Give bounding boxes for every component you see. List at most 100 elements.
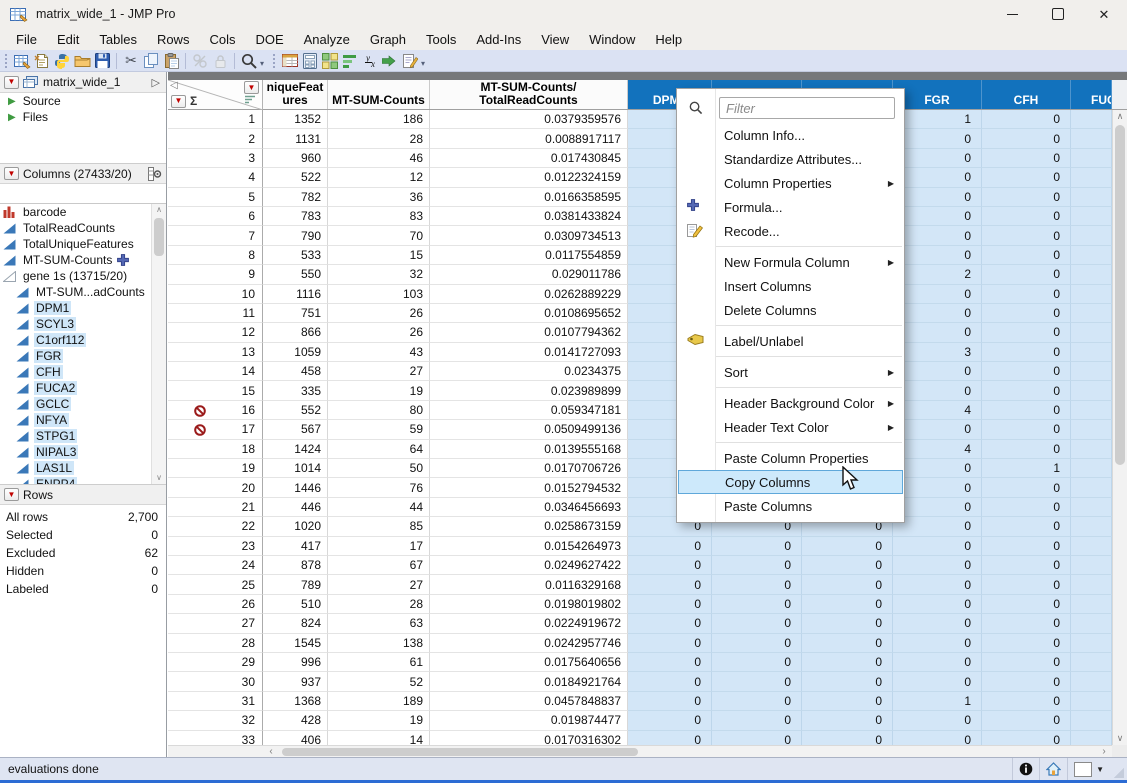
cell-fuca2[interactable] <box>1071 207 1112 226</box>
row-state-cell[interactable]: 20 <box>168 478 263 497</box>
menu-file[interactable]: File <box>6 29 47 50</box>
cell-cfh[interactable]: 0 <box>982 168 1071 187</box>
cell-fuca2[interactable] <box>1071 537 1112 556</box>
cell-uf[interactable]: 522 <box>263 168 328 187</box>
cell-ratio[interactable]: 0.0154264973 <box>430 537 628 556</box>
cell-uf[interactable]: 1116 <box>263 285 328 304</box>
resize-grip[interactable] <box>1114 768 1124 778</box>
scroll-down-icon[interactable]: ∨ <box>152 472 166 484</box>
row-state-cell[interactable]: 6 <box>168 207 263 226</box>
cell-cfh[interactable]: 0 <box>982 653 1071 672</box>
cell-ratio[interactable]: 0.029011786 <box>430 265 628 284</box>
cell-cfh[interactable]: 0 <box>982 362 1071 381</box>
cell-fgr[interactable]: 0 <box>893 634 982 653</box>
cell-fgr[interactable]: 4 <box>893 440 982 459</box>
cell-fuca2[interactable] <box>1071 246 1112 265</box>
cell-uf[interactable]: 567 <box>263 420 328 439</box>
cell-c1orf112[interactable]: 0 <box>802 595 893 614</box>
cell-cfh[interactable]: 0 <box>982 478 1071 497</box>
menu-item-header-background-color[interactable]: Header Background Color▶ <box>678 391 903 415</box>
cell-ratio[interactable]: 0.0198019802 <box>430 595 628 614</box>
cell-c1orf112[interactable]: 0 <box>802 731 893 746</box>
cell-c1orf112[interactable]: 0 <box>802 575 893 594</box>
cell-ratio[interactable]: 0.0108695652 <box>430 304 628 323</box>
menu-help[interactable]: Help <box>645 29 692 50</box>
menu-rows[interactable]: Rows <box>147 29 200 50</box>
cell-ratio[interactable]: 0.0116329168 <box>430 575 628 594</box>
row-state-color-button[interactable]: ▼ <box>1067 758 1110 780</box>
cell-fgr[interactable]: 0 <box>893 304 982 323</box>
cell-uf[interactable]: 552 <box>263 401 328 420</box>
cell-cfh[interactable]: 0 <box>982 575 1071 594</box>
cell-uf[interactable]: 1059 <box>263 343 328 362</box>
cell-mt[interactable]: 27 <box>328 575 430 594</box>
cell-uf[interactable]: 1446 <box>263 478 328 497</box>
cell-fuca2[interactable] <box>1071 478 1112 497</box>
toolbar-copy-button[interactable] <box>141 51 161 70</box>
cell-fgr[interactable]: 0 <box>893 595 982 614</box>
cell-uf[interactable]: 789 <box>263 575 328 594</box>
cell-uf[interactable]: 1352 <box>263 110 328 129</box>
disclosure-triangle-icon[interactable]: ▶ <box>8 96 16 107</box>
cell-cfh[interactable]: 0 <box>982 381 1071 400</box>
cell-ratio[interactable]: 0.0141727093 <box>430 343 628 362</box>
cell-cfh[interactable]: 0 <box>982 537 1071 556</box>
columns-panel-red-triangle-icon[interactable]: ▼ <box>4 167 19 180</box>
cell-uf[interactable]: 550 <box>263 265 328 284</box>
menu-edit[interactable]: Edit <box>47 29 89 50</box>
cell-ratio[interactable]: 0.0262889229 <box>430 285 628 304</box>
horizontal-scrollbar[interactable]: ‹ › <box>168 745 1112 757</box>
cell-fuca2[interactable] <box>1071 265 1112 284</box>
column-item-gclc[interactable]: GCLC <box>0 396 166 412</box>
column-item-fuca2[interactable]: FUCA2 <box>0 380 166 396</box>
cell-cfh[interactable]: 0 <box>982 285 1071 304</box>
cell-fgr[interactable]: 0 <box>893 556 982 575</box>
cell-mt[interactable]: 70 <box>328 226 430 245</box>
menu-item-label-unlabel[interactable]: Label/Unlabel <box>678 329 903 353</box>
cell-uf[interactable]: 428 <box>263 711 328 730</box>
cell-fgr[interactable]: 0 <box>893 285 982 304</box>
cell-mt[interactable]: 14 <box>328 731 430 746</box>
log-info-button[interactable] <box>1012 758 1039 780</box>
cell-fuca2[interactable] <box>1071 731 1112 746</box>
cell-uf[interactable]: 783 <box>263 207 328 226</box>
row-state-cell[interactable]: 5 <box>168 188 263 207</box>
row-state-cell[interactable]: 4 <box>168 168 263 187</box>
cell-mt[interactable]: 189 <box>328 692 430 711</box>
cell-fgr[interactable]: 0 <box>893 575 982 594</box>
cell-fgr[interactable]: 0 <box>893 653 982 672</box>
toolbar-cut-button[interactable]: ✂ <box>121 51 141 70</box>
toolbar-graph-builder-button[interactable] <box>340 51 360 70</box>
row-state-cell[interactable]: 18 <box>168 440 263 459</box>
cell-fgr[interactable]: 0 <box>893 537 982 556</box>
cell-mt[interactable]: 27 <box>328 362 430 381</box>
menu-doe[interactable]: DOE <box>245 29 293 50</box>
cell-ratio[interactable]: 0.0117554859 <box>430 246 628 265</box>
row-state-cell[interactable]: 1 <box>168 110 263 129</box>
column-item-totalreadcounts[interactable]: TotalReadCounts <box>0 220 166 236</box>
home-window-button[interactable] <box>1039 758 1067 780</box>
cell-ratio[interactable]: 0.017430845 <box>430 149 628 168</box>
column-item-c1orf112[interactable]: C1orf112 <box>0 332 166 348</box>
cell-fuca2[interactable] <box>1071 168 1112 187</box>
row-state-cell[interactable]: 13 <box>168 343 263 362</box>
cell-fuca2[interactable] <box>1071 459 1112 478</box>
maximize-button[interactable] <box>1035 0 1081 28</box>
cell-c1orf112[interactable]: 0 <box>802 692 893 711</box>
menu-item-standardize-attributes[interactable]: Standardize Attributes... <box>678 147 903 171</box>
cell-ratio[interactable]: 0.0309734513 <box>430 226 628 245</box>
cell-ratio[interactable]: 0.0346456693 <box>430 498 628 517</box>
cell-cfh[interactable]: 0 <box>982 692 1071 711</box>
toolbar-save-button[interactable] <box>92 51 112 70</box>
menu-item-copy-columns[interactable]: Copy Columns <box>678 470 903 494</box>
cell-mt[interactable]: 19 <box>328 711 430 730</box>
cell-dpm1[interactable]: 0 <box>628 614 712 633</box>
menu-filter-input[interactable] <box>719 97 895 119</box>
cell-uf[interactable]: 1131 <box>263 129 328 148</box>
cell-c1orf112[interactable]: 0 <box>802 614 893 633</box>
cell-ratio[interactable]: 0.0457848837 <box>430 692 628 711</box>
row-state-cell[interactable]: 25 <box>168 575 263 594</box>
menu-item-paste-column-properties[interactable]: Paste Column Properties <box>678 446 903 470</box>
cell-cfh[interactable]: 0 <box>982 323 1071 342</box>
cell-dpm1[interactable]: 0 <box>628 556 712 575</box>
